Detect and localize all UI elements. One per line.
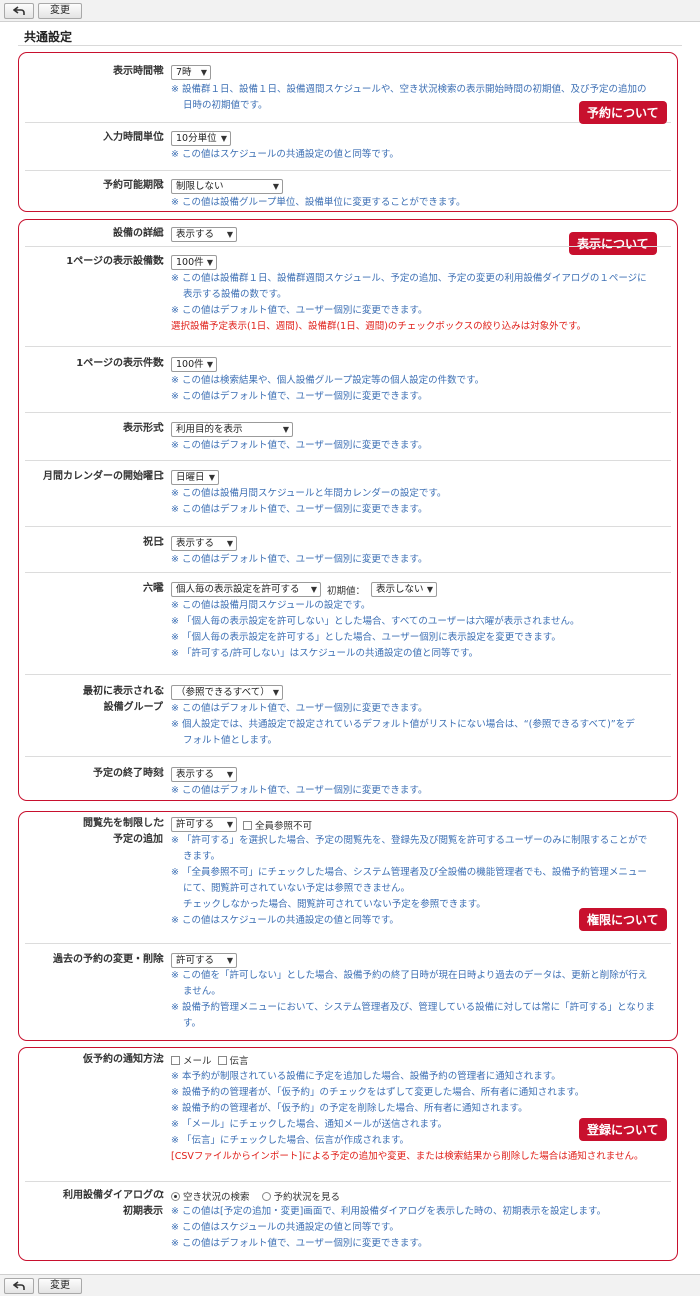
row-input-unit: 入力時間単位 ： 10分単位 ▼ ※ この値はスケジュールの共通設定の値と同等です…: [25, 123, 671, 171]
page-title: 共通設定: [24, 30, 73, 44]
row-week-start: 月間カレンダーの開始曜日 ： 日曜日 ▼ ※ この値は設備月間スケジュールと年間カ…: [25, 461, 671, 527]
per-page-items-select[interactable]: 100件 ▼: [171, 357, 217, 372]
row-restrict-view: 閲覧先を制限した 予定の追加 ： 許可する ▼ 全員参照不可 ※ 「許可する」を選…: [25, 814, 671, 944]
rokuyo-select[interactable]: 個人毎の表示設定を許可する ▼: [171, 582, 321, 597]
rokuyo-initial-select[interactable]: 表示しない ▼: [371, 582, 438, 597]
change-button-bottom[interactable]: 変更: [38, 1277, 82, 1294]
row-notify: 仮予約の通知方法 ： メール 伝言 ※ 本予約が制限されている設備に予定を追加し…: [25, 1050, 671, 1182]
title-divider: [18, 45, 682, 46]
end-time-select[interactable]: 表示する ▼: [171, 767, 237, 782]
restrict-view-select[interactable]: 許可する ▼: [171, 817, 237, 832]
no-one-view-checkbox[interactable]: 全員参照不可: [243, 818, 312, 832]
row-end-time: 予定の終了時刻 ： 表示する ▼ ※ この値はデフォルト値で、ユーザー個別に変更で…: [93, 767, 428, 796]
notify-message-checkbox[interactable]: 伝言: [217, 1053, 249, 1067]
detail-select[interactable]: 表示する ▼: [171, 227, 237, 242]
bottom-toolbar: 変更: [0, 1274, 700, 1296]
notify-mail-checkbox[interactable]: メール: [171, 1053, 212, 1067]
format-select[interactable]: 利用目的を表示 ▼: [171, 422, 293, 437]
row-per-page-equipment: 1ページの表示設備数 ： 100件 ▼ ※ この値は設備群１日、設備群週間スケジュ…: [25, 247, 671, 347]
row-holiday: 祝日 ： 表示する ▼ ※ この値はデフォルト値で、ユーザー個別に変更できます。: [25, 527, 671, 573]
row-period: 予約可能期限 ： 制限しない ▼ ※ この値は設備グループ単位、設備単位に変更する…: [103, 179, 466, 208]
per-page-equipment-select[interactable]: 100件 ▼: [171, 255, 217, 270]
back-button[interactable]: [4, 2, 34, 19]
display-time-select[interactable]: 7時 ▼: [171, 65, 211, 80]
row-dialog: 利用設備ダイアログの 初期表示 ： 空き状況の検索 予約状況を見る ※ この値は…: [63, 1189, 607, 1249]
equipment-warning: 選択設備予定表示(1日、週間)、設備群(1日、週間)のチェックボックスの絞り込み…: [171, 321, 587, 332]
back-button-bottom[interactable]: [4, 1277, 34, 1294]
row-first-group: 最初に表示される 設備グループ ： （参照できるすべて） ▼ ※ この値はデフォル…: [25, 675, 671, 757]
chevron-down-icon: ▼: [200, 68, 207, 77]
dialog-vacancy-radio[interactable]: 空き状況の検索: [171, 1189, 250, 1203]
row-display-time: 表示時間帯 ： 7時 ▼ ※ 設備群１日、設備１日、設備週間スケジュールや、空き状…: [25, 61, 671, 123]
change-button[interactable]: 変更: [38, 2, 82, 19]
back-arrow-icon: [13, 5, 25, 15]
row-per-page-items: 1ページの表示件数 ： 100件 ▼ ※ この値は検索結果や、個人設備グループ設定…: [25, 347, 671, 413]
first-group-select[interactable]: （参照できるすべて） ▼: [171, 685, 283, 700]
dialog-status-radio[interactable]: 予約状況を見る: [261, 1189, 340, 1203]
row-past-change: 過去の予約の変更・削除 ： 許可する ▼ ※ この値を「許可しない」とした場合、設…: [53, 953, 655, 1029]
holiday-select[interactable]: 表示する ▼: [171, 536, 237, 551]
notify-warning: [CSVファイルからインポート]による予定の追加や変更、または検索結果から削除し…: [171, 1151, 644, 1162]
week-start-select[interactable]: 日曜日 ▼: [171, 470, 219, 485]
section-reservation: 表示時間帯 ： 7時 ▼ ※ 設備群１日、設備１日、設備週間スケジュールや、空き状…: [18, 52, 678, 212]
badge-reservation: 予約について: [579, 101, 667, 124]
row-rokuyo: 六曜 ： 個人毎の表示設定を許可する ▼ 初期値： 表示しない ▼ ※ この値は設備…: [25, 573, 671, 675]
period-select[interactable]: 制限しない ▼: [171, 179, 283, 194]
back-arrow-icon: [13, 1280, 25, 1290]
input-unit-select[interactable]: 10分単位 ▼: [171, 131, 231, 146]
row-detail: 設備の詳細 ： 表示する ▼: [25, 222, 671, 247]
label-display-time: 表示時間帯: [113, 66, 163, 77]
section-display: 表示について 設備の詳細 ： 表示する ▼ 1ページの表示設備数 ： 100件 ▼ …: [18, 219, 678, 801]
past-change-select[interactable]: 許可する ▼: [171, 953, 237, 968]
row-format: 表示形式 ： 利用目的を表示 ▼ ※ この値はデフォルト値で、ユーザー個別に変更で…: [25, 413, 671, 461]
section-permission: 権限について 閲覧先を制限した 予定の追加 ： 許可する ▼ 全員参照不可 ※ 「…: [18, 811, 678, 1041]
section-registration: 登録について 仮予約の通知方法 ： メール 伝言 ※ 本予約が制限されている設備…: [18, 1047, 678, 1261]
top-toolbar: 変更: [0, 0, 700, 22]
